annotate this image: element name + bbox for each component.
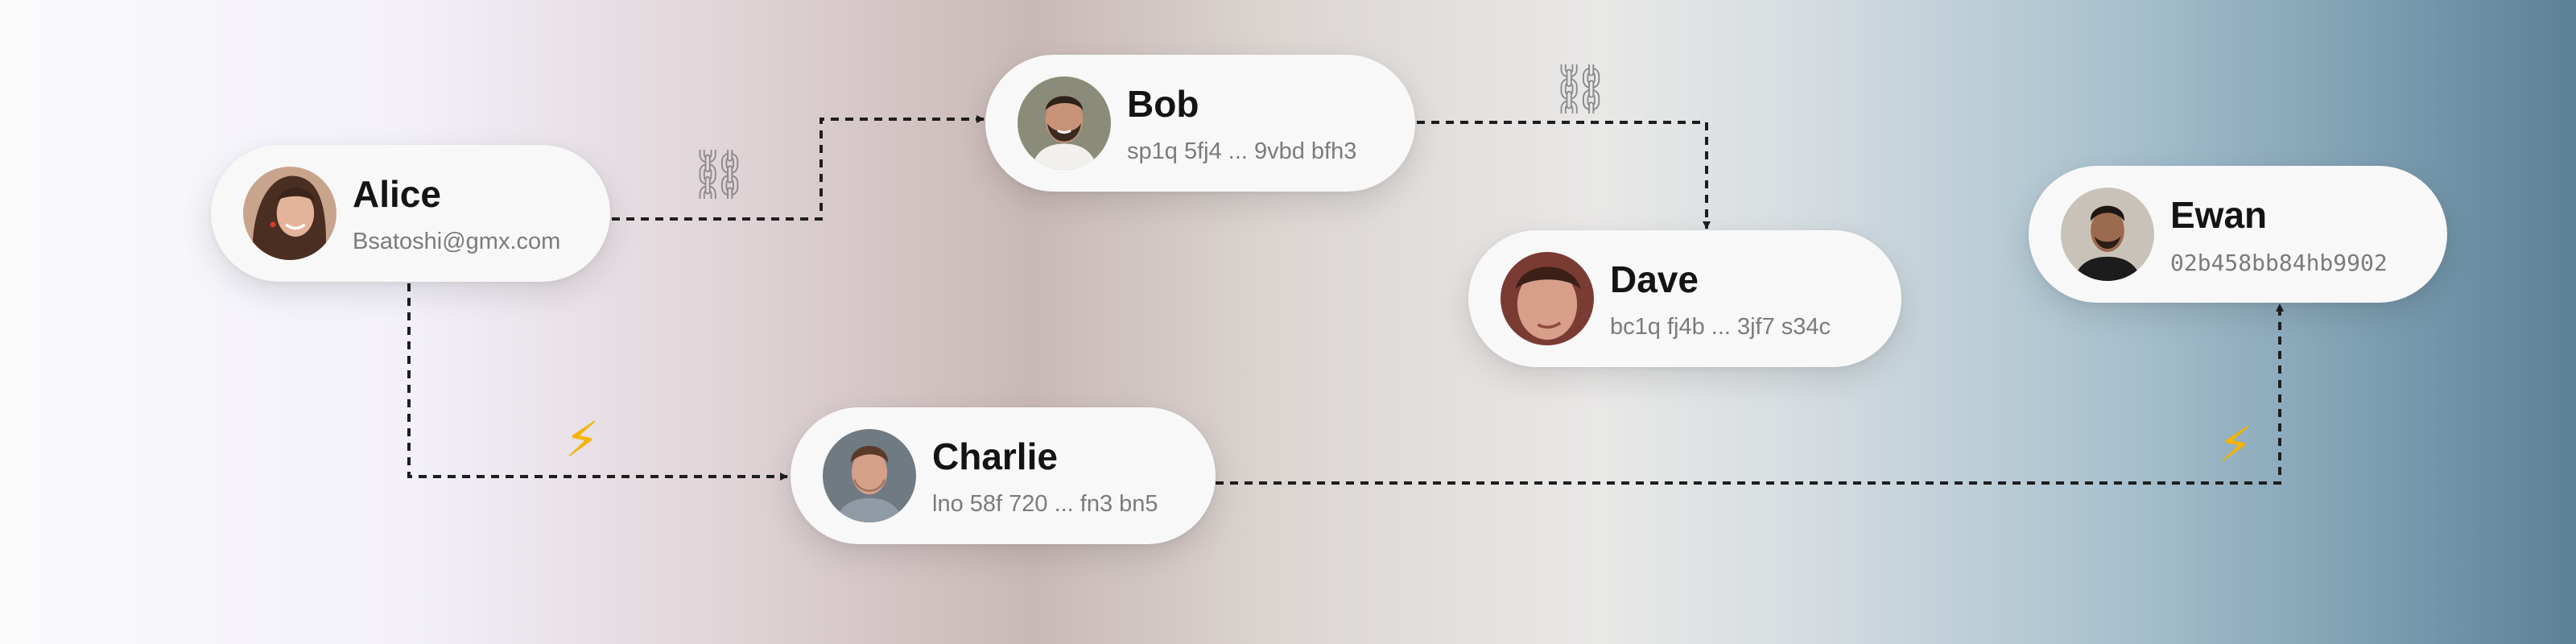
avatar <box>243 167 336 260</box>
node-card-bob[interactable]: Bob sp1q 5fj4 ... 9vbd bfh3 <box>985 55 1415 192</box>
node-name: Bob <box>1127 83 1199 125</box>
node-name: Alice <box>353 173 441 215</box>
node-address: lno 58f 720 ... fn3 bn5 <box>932 491 1158 517</box>
avatar <box>2061 188 2154 281</box>
node-address: Bsatoshi@gmx.com <box>353 229 561 254</box>
chain-link-icon: ⛓ <box>687 147 750 203</box>
node-card-ewan[interactable]: Ewan 02b458bb84hb9902 <box>2029 166 2447 303</box>
avatar <box>1501 252 1594 345</box>
edge-alice-bob <box>612 115 985 221</box>
node-name: Ewan <box>2170 194 2268 236</box>
edge-bob-dave <box>1417 121 1711 229</box>
node-address: bc1q fj4b ... 3jf7 s34c <box>1610 314 1831 340</box>
node-address: sp1q 5fj4 ... 9vbd bfh3 <box>1127 138 1357 164</box>
chain-link-icon: ⛓ <box>1549 61 1612 118</box>
node-card-alice[interactable]: Alice Bsatoshi@gmx.com <box>211 145 610 282</box>
node-name: Dave <box>1610 258 1699 300</box>
lightning-bolt-icon: ⚡ <box>564 412 600 469</box>
node-name: Charlie <box>932 436 1058 477</box>
node-card-charlie[interactable]: Charlie lno 58f 720 ... fn3 bn5 <box>791 407 1216 544</box>
node-card-dave[interactable]: Dave bc1q fj4b ... 3jf7 s34c <box>1468 230 1901 367</box>
node-address: 02b458bb84hb9902 <box>2170 250 2388 276</box>
avatar <box>1018 76 1111 170</box>
avatar <box>823 429 916 522</box>
lightning-bolt-icon: ⚡ <box>2218 417 2253 473</box>
